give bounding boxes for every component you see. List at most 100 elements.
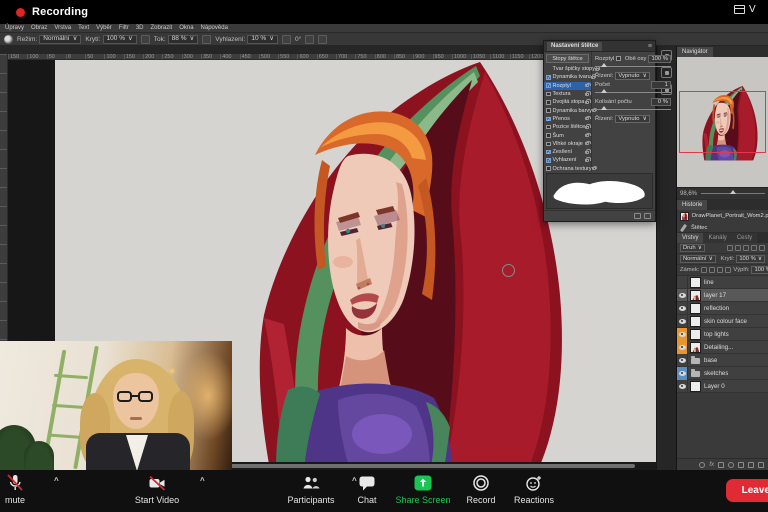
- new-group-icon[interactable]: [738, 462, 744, 468]
- airbrush-icon[interactable]: [202, 35, 211, 44]
- layer-row[interactable]: layer 17: [677, 289, 768, 302]
- visibility-eye-icon[interactable]: [677, 289, 688, 302]
- opacity-select[interactable]: 100 %∨: [103, 35, 137, 44]
- tab-navigator[interactable]: Navigátor: [677, 47, 713, 57]
- menu-item-nápověda[interactable]: Nápověda: [201, 25, 228, 31]
- lock-icon[interactable]: [591, 76, 595, 79]
- tab-vrstvy[interactable]: Vrstvy: [677, 233, 703, 243]
- lock-icon[interactable]: [595, 68, 599, 71]
- symmetry-icon[interactable]: [318, 35, 327, 44]
- filter-pixel-icon[interactable]: [727, 245, 733, 251]
- delete-brush-icon[interactable]: [644, 213, 651, 219]
- brush-setting-checkbox[interactable]: [546, 142, 551, 147]
- count-jitter-slider[interactable]: [595, 109, 671, 110]
- brush-setting-checkbox[interactable]: ✓: [546, 158, 551, 163]
- tab-kanály[interactable]: Kanály: [703, 233, 731, 243]
- brush-setting-checkbox[interactable]: ✓: [546, 75, 551, 80]
- webcam-video-overlay[interactable]: [0, 341, 232, 470]
- brush-setting-checkbox[interactable]: [546, 133, 551, 138]
- lock-icon[interactable]: [585, 101, 589, 104]
- blend-mode-select[interactable]: Normální∨: [680, 255, 716, 263]
- lock-icon[interactable]: [585, 126, 589, 129]
- layer-row[interactable]: Layer 0: [677, 380, 768, 393]
- visibility-eye-icon[interactable]: [677, 341, 688, 354]
- brush-setting-checkbox[interactable]: [546, 166, 551, 171]
- fill-value[interactable]: 100 %∨: [751, 266, 768, 274]
- new-layer-icon[interactable]: [748, 462, 754, 468]
- menu-item-text[interactable]: Text: [78, 25, 89, 31]
- layers-opacity-value[interactable]: 100 %∨: [736, 255, 765, 263]
- record-button[interactable]: Record: [458, 473, 504, 505]
- menu-item-úpravy[interactable]: Úpravy: [5, 25, 24, 31]
- lock-icon[interactable]: [585, 117, 589, 120]
- navigator-zoom-slider[interactable]: [701, 193, 765, 194]
- layer-row[interactable]: line: [677, 276, 768, 289]
- brush-angle-value[interactable]: 0°: [295, 36, 301, 43]
- count-slider[interactable]: [595, 92, 671, 93]
- lock-icon[interactable]: [585, 151, 589, 154]
- view-button[interactable]: V: [734, 4, 768, 15]
- chat-button[interactable]: Chat: [347, 473, 387, 505]
- layer-row[interactable]: base: [677, 354, 768, 367]
- tab-history[interactable]: Historie: [677, 200, 707, 210]
- lock-transparent-icon[interactable]: [701, 267, 707, 273]
- menu-item-3d[interactable]: 3D: [136, 25, 144, 31]
- menu-item-výběr[interactable]: Výběr: [96, 25, 112, 31]
- adjustment-layer-icon[interactable]: [728, 462, 734, 468]
- menu-item-filtr[interactable]: Filtr: [119, 25, 129, 31]
- brush-setting-rozptyl[interactable]: ✓Rozptyl: [544, 82, 591, 90]
- layer-mask-icon[interactable]: [718, 462, 724, 468]
- mute-options-chevron[interactable]: ^: [54, 476, 59, 485]
- delete-layer-icon[interactable]: [758, 462, 764, 468]
- brush-settings-titlebar[interactable]: Nastavení štětce ≡: [544, 41, 655, 52]
- brush-setting-checkbox[interactable]: ✓: [546, 83, 551, 88]
- count-value[interactable]: 1: [651, 81, 671, 89]
- pressure-size-icon[interactable]: [305, 35, 314, 44]
- smoothing-select[interactable]: 10 %∨: [247, 35, 278, 44]
- layer-thumbnail[interactable]: [690, 316, 701, 327]
- menu-item-vrstva[interactable]: Vrstva: [54, 25, 71, 31]
- layer-row[interactable]: reflection: [677, 302, 768, 315]
- tab-cesty[interactable]: Cesty: [732, 233, 757, 243]
- both-axes-checkbox[interactable]: [616, 56, 621, 61]
- brush-setting-checkbox[interactable]: [546, 92, 551, 97]
- menu-item-zobrazit[interactable]: Zobrazit: [151, 25, 173, 31]
- menu-item-obraz[interactable]: Obraz: [31, 25, 47, 31]
- participants-button[interactable]: Participants: [278, 473, 344, 505]
- mute-button[interactable]: mute: [0, 473, 46, 505]
- layer-thumbnail[interactable]: [690, 303, 701, 314]
- smoothing-gear-icon[interactable]: [282, 35, 291, 44]
- panel-menu-icon[interactable]: ≡: [648, 43, 652, 50]
- brush-tip-button[interactable]: Stopy štětce: [546, 54, 589, 63]
- group-folder-icon[interactable]: [690, 355, 701, 366]
- group-folder-icon[interactable]: [690, 368, 701, 379]
- navigator-zoom-value[interactable]: 98,6%: [680, 191, 697, 197]
- lock-icon[interactable]: [585, 142, 589, 145]
- brush-setting-vlhk-okraje[interactable]: Vlhké okraje: [544, 140, 591, 148]
- control2-select[interactable]: Vypnuto∨: [615, 115, 649, 123]
- brush-setting-checkbox[interactable]: ✓: [546, 150, 551, 155]
- lock-position-icon[interactable]: [717, 267, 723, 273]
- layer-effects-icon[interactable]: fx: [709, 462, 714, 468]
- count-jitter-value[interactable]: 0 %: [651, 98, 671, 106]
- brush-preset-icon[interactable]: [4, 35, 13, 44]
- share-screen-button[interactable]: Share Screen: [388, 473, 458, 505]
- layer-row[interactable]: Detailing...: [677, 341, 768, 354]
- reactions-button[interactable]: Reactions: [506, 473, 562, 505]
- brush-setting-vyhlazen-[interactable]: ✓Vyhlazení: [544, 156, 591, 164]
- link-layers-icon[interactable]: [699, 462, 705, 468]
- control-select[interactable]: Vypnuto∨: [615, 72, 649, 80]
- navigator-view-rect[interactable]: [679, 91, 766, 153]
- lock-all-icon[interactable]: [725, 267, 731, 273]
- lock-icon[interactable]: [585, 134, 589, 137]
- layer-thumbnail[interactable]: [690, 381, 701, 392]
- video-options-chevron[interactable]: ^: [200, 476, 205, 485]
- brush-setting-checkbox[interactable]: [546, 125, 551, 130]
- brush-setting-dynamika-barvy[interactable]: Dynamika barvy: [544, 106, 591, 114]
- layer-thumbnail[interactable]: [690, 342, 701, 353]
- brush-setting-dvojit-stopa[interactable]: Dvojitá stopa: [544, 98, 591, 106]
- visibility-eye-icon[interactable]: [677, 354, 688, 367]
- lock-icon[interactable]: [585, 93, 589, 96]
- pressure-opacity-icon[interactable]: [141, 35, 150, 44]
- brush-setting-dynamika-tvaru[interactable]: ✓Dynamika tvaru: [544, 73, 591, 81]
